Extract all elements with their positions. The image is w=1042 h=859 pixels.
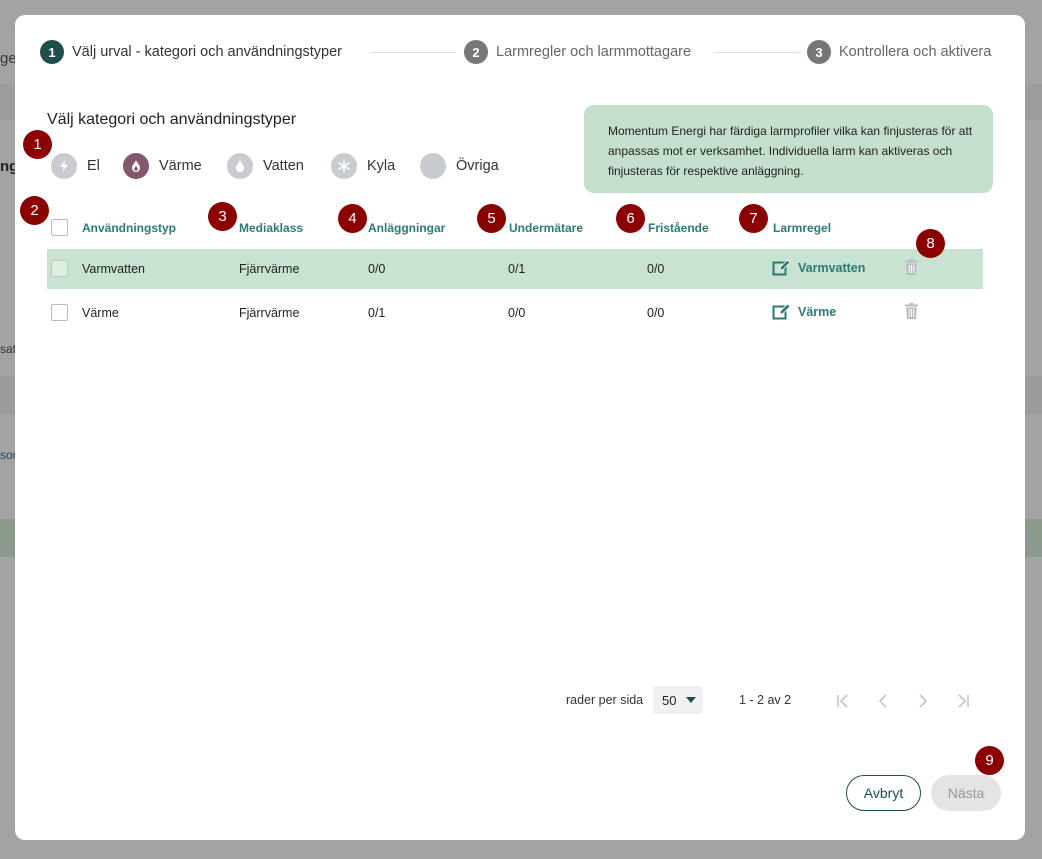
column-header-usage-type[interactable]: Användningstyp: [82, 221, 176, 235]
first-page-icon[interactable]: [833, 691, 853, 711]
category-label: Övriga: [456, 158, 499, 174]
step-connector: [372, 52, 456, 53]
column-header-standalone[interactable]: Fristående: [648, 221, 709, 235]
category-ovriga[interactable]: Övriga: [420, 153, 499, 179]
rows-per-page-value: 50: [662, 692, 677, 708]
step-label: Välj urval - kategori och användningstyp…: [72, 44, 343, 60]
table-row[interactable]: Varmvatten Fjärrvärme 0/0 0/1 0/0 Varmva…: [47, 249, 983, 289]
cell-usage-type: Värme: [82, 306, 119, 320]
rows-per-page-select[interactable]: 50: [653, 686, 703, 714]
category-vatten[interactable]: Vatten: [227, 153, 304, 179]
step-number: 3: [807, 40, 831, 64]
caret-down-icon: [686, 697, 697, 703]
column-header-media-class[interactable]: Mediaklass: [239, 221, 303, 235]
info-box: Momentum Energi har färdiga larmprofiler…: [584, 105, 993, 193]
annotation-badge: 1: [23, 130, 52, 159]
cancel-button[interactable]: Avbryt: [846, 775, 921, 811]
column-header-alarm-rule[interactable]: Larmregel: [773, 221, 831, 235]
snowflake-icon: [331, 153, 357, 179]
cell-standalone: 0/0: [647, 262, 665, 276]
cell-media-class: Fjärrvärme: [239, 306, 300, 320]
table-row[interactable]: Värme Fjärrvärme 0/1 0/0 0/0 Värme: [47, 293, 983, 333]
annotation-badge: 5: [477, 204, 506, 233]
cell-submeters: 0/1: [508, 262, 526, 276]
annotation-badge: 2: [20, 196, 49, 225]
category-kyla[interactable]: Kyla: [331, 153, 395, 179]
stepper: 1 Välj urval - kategori och användningst…: [40, 40, 1015, 64]
edit-icon: [772, 259, 791, 276]
trash-icon[interactable]: [905, 259, 918, 280]
alarm-rule-link[interactable]: Värme: [772, 303, 836, 321]
next-page-icon[interactable]: [913, 691, 933, 711]
annotation-badge: 4: [338, 204, 367, 233]
category-placeholder-icon: [420, 153, 446, 179]
cell-submeters: 0/0: [508, 306, 526, 320]
cell-facilities: 0/1: [368, 306, 386, 320]
last-page-icon[interactable]: [953, 691, 973, 711]
annotation-badge: 3: [208, 202, 237, 231]
section-title: Välj kategori och användningstyper: [47, 111, 297, 128]
lightning-icon: [51, 153, 77, 179]
column-header-submeters[interactable]: Undermätare: [509, 221, 583, 235]
step-connector: [714, 52, 799, 53]
category-el[interactable]: El: [51, 153, 100, 179]
category-label: El: [87, 158, 100, 174]
annotation-badge: 8: [916, 229, 945, 258]
cell-facilities: 0/0: [368, 262, 386, 276]
flame-drop-icon: [123, 153, 149, 179]
column-header-facilities[interactable]: Anläggningar: [368, 221, 445, 235]
category-label: Vatten: [263, 158, 304, 174]
annotation-badge: 9: [975, 746, 1004, 775]
alarm-rule-link[interactable]: Varmvatten: [772, 259, 865, 277]
alarm-rule-label: Värme: [798, 305, 837, 319]
category-label: Värme: [159, 158, 202, 174]
cell-usage-type: Varmvatten: [82, 262, 145, 276]
cell-standalone: 0/0: [647, 306, 665, 320]
step-2[interactable]: 2 Larmregler och larmmottagare: [464, 40, 691, 64]
row-checkbox[interactable]: [51, 304, 68, 321]
water-drop-icon: [227, 153, 253, 179]
cell-media-class: Fjärrvärme: [239, 262, 300, 276]
category-varme[interactable]: Värme: [123, 153, 202, 179]
previous-page-icon[interactable]: [873, 691, 893, 711]
step-label: Kontrollera och aktivera: [839, 44, 992, 60]
select-all-checkbox[interactable]: [51, 219, 68, 236]
next-button[interactable]: Nästa: [931, 775, 1001, 811]
rows-per-page-label: rader per sida: [566, 693, 644, 707]
annotation-badge: 6: [616, 204, 645, 233]
annotation-badge: 7: [739, 204, 768, 233]
step-number: 2: [464, 40, 488, 64]
category-label: Kyla: [367, 158, 396, 174]
step-label: Larmregler och larmmottagare: [496, 44, 692, 60]
step-number: 1: [40, 40, 64, 64]
trash-icon[interactable]: [905, 303, 918, 324]
alarm-rule-label: Varmvatten: [798, 261, 866, 275]
pagination-range: 1 - 2 av 2: [739, 693, 792, 707]
wizard-dialog: 1 Välj urval - kategori och användningst…: [15, 15, 1025, 840]
edit-icon: [772, 303, 791, 320]
row-checkbox[interactable]: [51, 260, 68, 277]
step-1[interactable]: 1 Välj urval - kategori och användningst…: [40, 40, 342, 64]
step-3[interactable]: 3 Kontrollera och aktivera: [807, 40, 991, 64]
